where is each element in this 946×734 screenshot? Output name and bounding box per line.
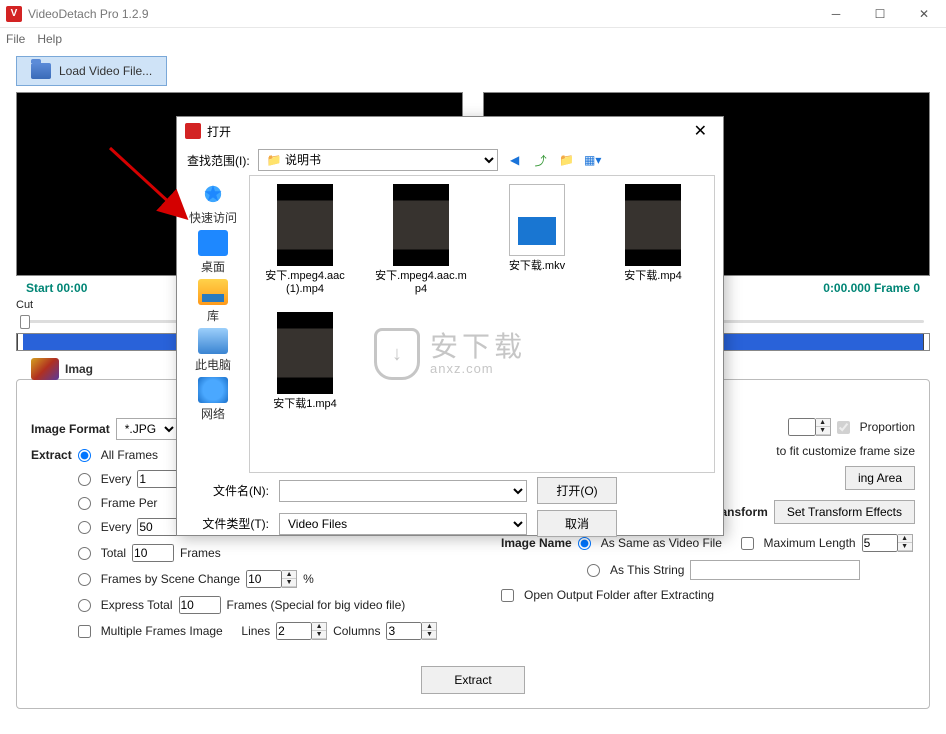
app-icon: V [6, 6, 22, 22]
close-button[interactable]: ✕ [902, 0, 946, 28]
up-icon[interactable]: ⤴ [532, 151, 550, 169]
opt-all-frames[interactable] [78, 449, 91, 462]
title-bar: V VideoDetach Pro 1.2.9 ─ ☐ ✕ [0, 0, 946, 28]
folder-icon [31, 63, 51, 79]
view-menu-icon[interactable]: ▦▾ [584, 151, 602, 169]
multi-frames-check[interactable] [78, 625, 91, 638]
filename-input[interactable] [279, 480, 527, 502]
max-length-check[interactable] [741, 537, 754, 550]
file-item[interactable]: 安下.mpeg4.aac(1).mp4 [258, 184, 352, 296]
size-spin[interactable] [788, 418, 816, 436]
open-file-dialog: 打开 ✕ 查找范围(I): 📁 说明书 ◀ ⤴ 📁 ▦▾ 快速访问 桌面 库 此… [176, 116, 724, 536]
file-item[interactable]: 安下.mpeg4.aac.mp4 [374, 184, 468, 296]
opt-every-n[interactable] [78, 473, 91, 486]
dialog-close-button[interactable]: ✕ [686, 121, 715, 141]
place-desktop[interactable]: 桌面 [198, 230, 228, 275]
cropping-area-button[interactable]: ing Area [845, 466, 915, 490]
load-video-label: Load Video File... [59, 64, 152, 78]
filetype-label: 文件类型(T): [189, 515, 269, 532]
look-in-select[interactable]: 📁 说明书 [258, 149, 498, 171]
minimize-button[interactable]: ─ [814, 0, 858, 28]
opt-frame-per[interactable] [78, 497, 91, 510]
scene-input[interactable] [246, 570, 282, 588]
extract-button[interactable]: Extract [421, 666, 524, 694]
place-quick-access[interactable]: 快速访问 [189, 181, 237, 226]
opt-every-50[interactable] [78, 521, 91, 534]
opt-express-total[interactable] [78, 599, 91, 612]
look-in-label: 查找范围(I): [187, 152, 250, 169]
menu-help[interactable]: Help [37, 32, 62, 46]
place-this-pc[interactable]: 此电脑 [195, 328, 231, 373]
extract-label: Extract [31, 448, 72, 462]
lines-input[interactable] [276, 622, 312, 640]
name-as-string[interactable] [587, 564, 600, 577]
place-libraries[interactable]: 库 [198, 279, 228, 324]
image-format-label: Image Format [31, 422, 110, 436]
maximize-button[interactable]: ☐ [858, 0, 902, 28]
proportion-check [837, 421, 850, 434]
dialog-app-icon [185, 123, 201, 139]
file-item[interactable]: 安下载.mp4 [606, 184, 700, 296]
filename-label: 文件名(N): [189, 482, 269, 499]
dialog-open-button[interactable]: 打开(O) [537, 477, 617, 504]
menu-file[interactable]: File [6, 32, 25, 46]
menu-bar: File Help [0, 28, 946, 50]
name-string-input[interactable] [690, 560, 860, 580]
every-50-input[interactable] [137, 518, 179, 536]
load-video-button[interactable]: Load Video File... [16, 56, 167, 86]
image-tab[interactable]: Imag [31, 358, 93, 380]
places-bar: 快速访问 桌面 库 此电脑 网络 [177, 175, 249, 473]
opt-total[interactable] [78, 547, 91, 560]
every-n-input[interactable] [137, 470, 179, 488]
place-network[interactable]: 网络 [198, 377, 228, 422]
file-list[interactable]: 安下.mpeg4.aac(1).mp4 安下.mpeg4.aac.mp4 安下载… [249, 175, 715, 473]
new-folder-icon[interactable]: 📁 [558, 151, 576, 169]
window-title: VideoDetach Pro 1.2.9 [28, 7, 814, 21]
file-item[interactable]: 安下载1.mp4 [258, 312, 352, 411]
open-output-check[interactable] [501, 589, 514, 602]
total-input[interactable] [132, 544, 174, 562]
image-format-select[interactable]: *.JPG [116, 418, 178, 440]
filetype-select[interactable]: Video Files [279, 513, 527, 535]
dialog-title: 打开 [207, 123, 686, 140]
max-length-input[interactable] [862, 534, 898, 552]
columns-input[interactable] [386, 622, 422, 640]
back-icon[interactable]: ◀ [506, 151, 524, 169]
image-tab-icon [31, 358, 59, 380]
opt-scene-change[interactable] [78, 573, 91, 586]
dialog-cancel-button[interactable]: 取消 [537, 510, 617, 537]
express-input[interactable] [179, 596, 221, 614]
transform-button[interactable]: Set Transform Effects [774, 500, 915, 524]
file-item[interactable]: 安下载.mkv [490, 184, 584, 296]
